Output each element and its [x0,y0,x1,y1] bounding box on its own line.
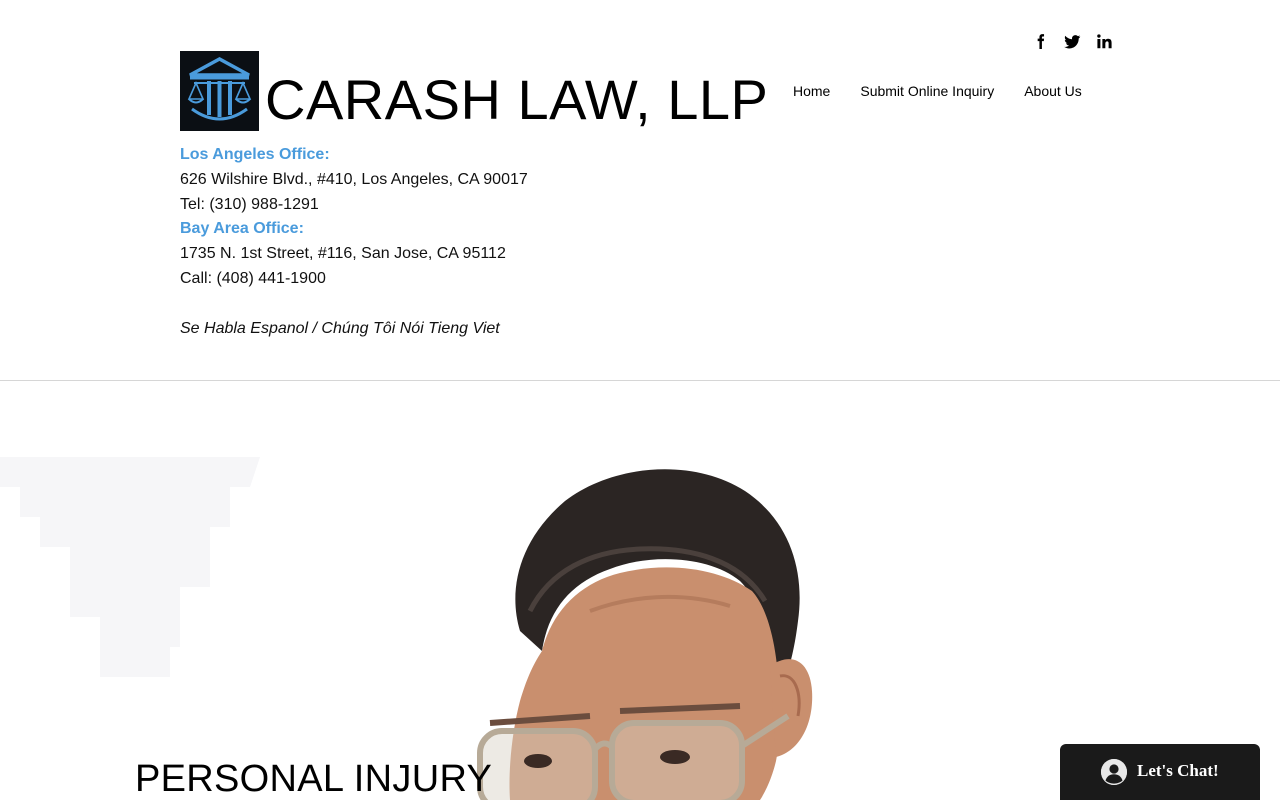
la-office-title: Los Angeles Office: [180,146,330,163]
bay-office-phone[interactable]: Call: (408) 441-1900 [180,267,528,292]
facebook-icon[interactable] [1030,31,1050,51]
linkedin-icon[interactable] [1094,31,1114,51]
hero-section [0,381,1280,800]
nav-home[interactable]: Home [793,82,830,100]
nav-submit-online-inquiry[interactable]: Submit Online Inquiry [860,82,994,100]
main-nav: Home Submit Online Inquiry About Us [793,82,1082,100]
social-links [1030,31,1114,51]
bay-office-address: 1735 N. 1st Street, #116, San Jose, CA 9… [180,245,506,263]
scales-of-justice-icon[interactable] [180,51,259,131]
chat-label: Let's Chat! [1137,761,1219,780]
faded-logo-graphic [0,457,260,677]
la-office-address: 626 Wilshire Blvd., #410, Los Angeles, C… [180,170,528,188]
user-avatar-icon [1101,759,1127,785]
office-info: Los Angeles Office: 626 Wilshire Blvd., … [180,143,528,341]
languages-note: Se Habla Espanol / Chúng Tôi Nói Tieng V… [180,319,500,337]
brand-name[interactable]: CARASH LAW, LLP [265,68,768,132]
la-office-phone[interactable]: Tel: (310) 988-1291 [180,193,528,218]
nav-about-us[interactable]: About Us [1024,82,1082,100]
site-header: CARASH LAW, LLP Home Submit Online Inqui… [0,0,1280,381]
chat-button[interactable]: Let's Chat! [1060,744,1260,800]
hero-title: PERSONAL INJURY [135,758,493,800]
twitter-icon[interactable] [1062,31,1082,51]
attorney-portrait [477,469,813,800]
bay-office-title: Bay Area Office: [180,220,304,238]
